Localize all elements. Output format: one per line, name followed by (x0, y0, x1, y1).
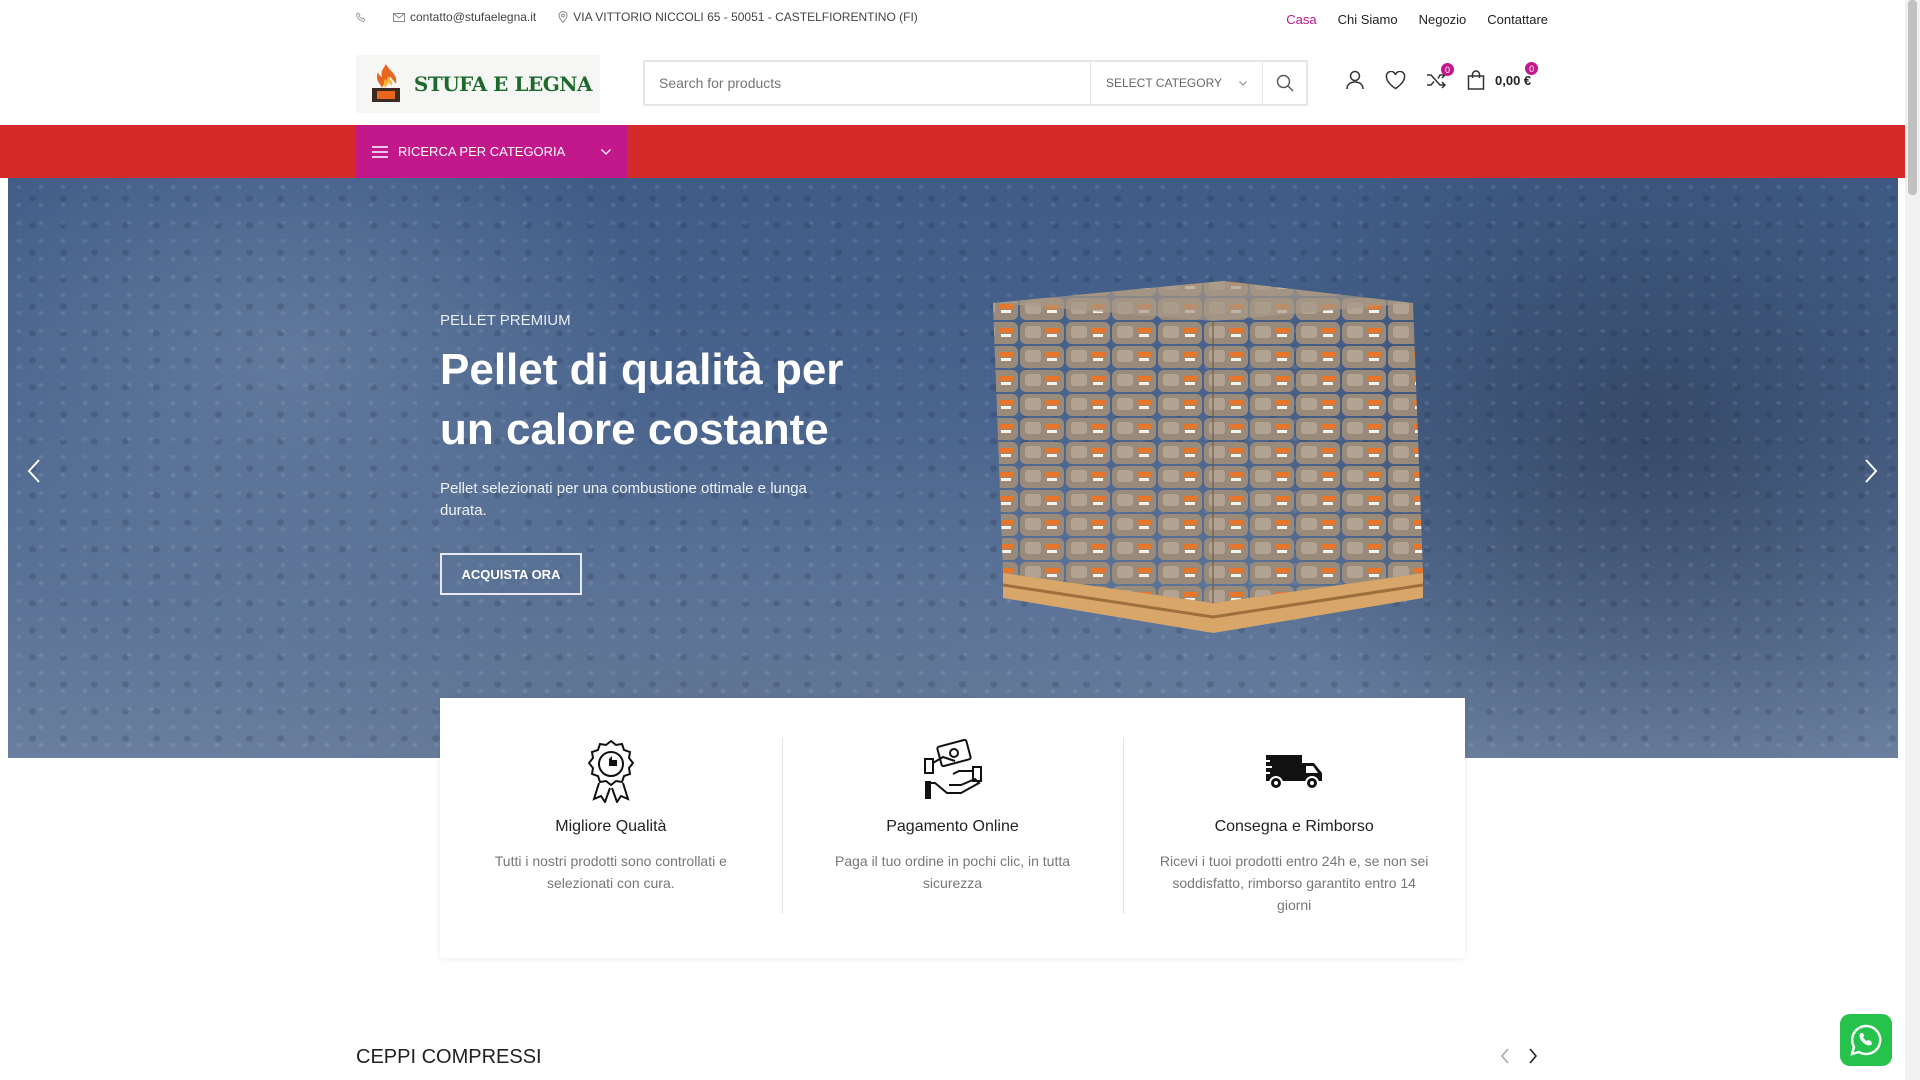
delivery-truck-icon (1262, 755, 1323, 790)
email-link[interactable]: contatto@stufaelegna.it (393, 10, 536, 24)
account-icon[interactable] (1345, 70, 1365, 90)
search-icon (1276, 74, 1293, 92)
feature-quality: Migliore Qualità Tutti i nostri prodotti… (440, 698, 782, 958)
carousel-next-arrow-icon[interactable] (1528, 1048, 1538, 1064)
scrollbar-thumb[interactable] (1908, 0, 1917, 195)
hero-cta-button[interactable]: ACQUISTA ORA (440, 553, 582, 595)
hand-money-icon (923, 739, 982, 799)
email-icon (393, 12, 405, 22)
compare-count-badge: 0 (1441, 63, 1454, 76)
chevron-down-icon (1239, 80, 1247, 86)
hamburger-icon (372, 145, 388, 158)
category-menu-button[interactable]: RICERCA PER CATEGORIA (356, 125, 627, 178)
slider-prev-arrow-icon[interactable] (26, 458, 42, 484)
hero-title: Pellet di qualità per un calore costante (440, 345, 844, 454)
whatsapp-button[interactable] (1840, 1014, 1892, 1066)
cart-button[interactable]: 0 0,00 € (1467, 62, 1539, 90)
cart-count-badge: 0 (1525, 62, 1539, 75)
location-pin-icon (558, 11, 568, 23)
search-bar: SELECT CATEGORY (643, 60, 1308, 106)
hero-subtitle: PELLET PREMIUM (440, 312, 571, 329)
main-menu-bar (0, 125, 1905, 178)
category-select[interactable]: SELECT CATEGORY (1090, 62, 1262, 104)
phone-icon[interactable] (356, 12, 371, 22)
nav-negozio[interactable]: Negozio (1419, 12, 1467, 27)
nav-chi-siamo[interactable]: Chi Siamo (1338, 12, 1398, 27)
carousel-arrows (1500, 1048, 1538, 1064)
whatsapp-icon (1850, 1024, 1882, 1056)
shopping-bag-icon (1467, 70, 1485, 90)
header-icons: 0 0 0,00 € (1345, 62, 1539, 90)
feature-payment: Pagamento Online Paga il tuo ordine in p… (781, 698, 1124, 958)
nav-contattare[interactable]: Contattare (1487, 12, 1548, 27)
slider-next-arrow-icon[interactable] (1863, 458, 1879, 484)
search-button[interactable] (1262, 62, 1306, 104)
feature-quality-text: Tutti i nostri prodotti sono controllati… (494, 853, 727, 891)
nav-casa[interactable]: Casa (1286, 12, 1316, 27)
hero-slider: PELLET PREMIUM Pellet di qualità per un … (8, 178, 1898, 758)
carousel-prev-arrow-icon[interactable] (1500, 1048, 1510, 1064)
site-logo[interactable]: STUFA E LEGNA (356, 55, 600, 113)
chevron-down-icon (601, 148, 611, 155)
compare-icon[interactable]: 0 (1426, 63, 1454, 89)
hero-description: Pellet selezionati per una combustione o… (440, 480, 807, 519)
top-navigation: Casa Chi Siamo Negozio Contattare (1286, 12, 1548, 27)
stove-flame-icon (371, 64, 400, 102)
logo-text: STUFA E LEGNA (413, 72, 593, 96)
feature-quality-title: Migliore Qualità (555, 818, 667, 835)
category-select-label: SELECT CATEGORY (1106, 76, 1223, 90)
address: VIA VITTORIO NICCOLI 65 - 50051 - CASTEL… (558, 10, 918, 24)
wishlist-heart-icon[interactable] (1385, 70, 1406, 90)
top-bar: contatto@stufaelegna.it VIA VITTORIO NIC… (0, 0, 1905, 40)
header: STUFA E LEGNA SELECT CATEGORY 0 0 0,00 € (0, 40, 1905, 125)
award-ribbon-icon (587, 739, 635, 803)
email-text: contatto@stufaelegna.it (410, 10, 537, 24)
address-text: VIA VITTORIO NICCOLI 65 - 50051 - CASTEL… (573, 10, 918, 24)
section-title: CEPPI COMPRESSI (356, 1046, 542, 1068)
category-menu-label: RICERCA PER CATEGORIA (398, 144, 566, 159)
feature-payment-text: Paga il tuo ordine in pochi clic, in tut… (834, 853, 1071, 891)
feature-payment-title: Pagamento Online (886, 818, 1019, 835)
search-input[interactable] (645, 62, 1090, 104)
cart-total: 0,00 € (1495, 72, 1532, 88)
pellet-pallet-image (993, 281, 1424, 633)
features-box: Migliore Qualità Tutti i nostri prodotti… (440, 698, 1465, 958)
feature-delivery-text: Ricevi i tuoi prodotti entro 24h e, se n… (1159, 853, 1429, 913)
page-scrollbar[interactable] (1905, 0, 1920, 1080)
feature-delivery: Consegna e Rimborso Ricevi i tuoi prodot… (1123, 698, 1465, 958)
feature-delivery-title: Consegna e Rimborso (1214, 818, 1374, 835)
